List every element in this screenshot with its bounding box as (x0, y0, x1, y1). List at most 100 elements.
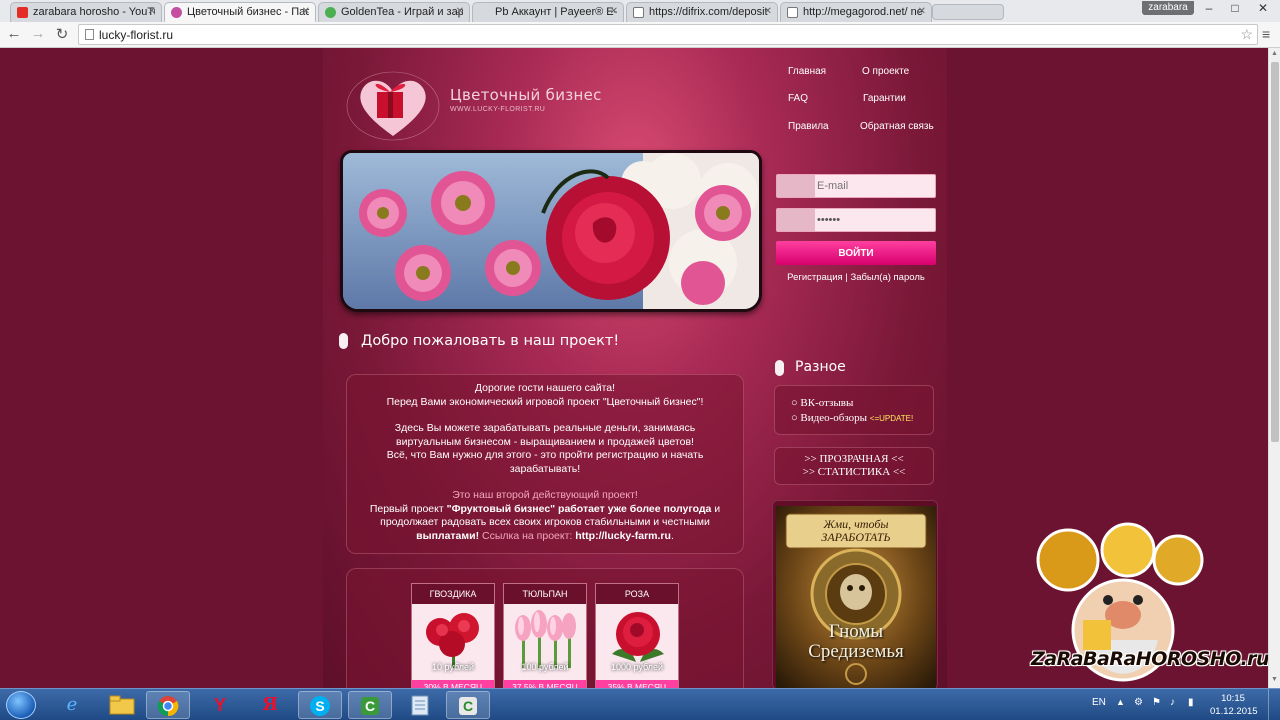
register-link[interactable]: Регистрация (787, 272, 843, 283)
scroll-thumb[interactable] (1271, 62, 1279, 442)
yandex-icon[interactable]: Я (248, 691, 292, 719)
menu-icon[interactable]: ≡ (1262, 26, 1276, 42)
product-carnation[interactable]: ГВОЗДИКА 10 рублей 30% В МЕСЯЦ (411, 583, 495, 688)
info-line: выплатами! Ссылка на проект: http://luck… (353, 530, 737, 544)
close-icon[interactable]: ✕ (918, 6, 926, 17)
info-line: Перед Вами экономический игровой проект … (386, 395, 704, 408)
close-icon[interactable]: ✕ (610, 6, 618, 17)
tab-megagorod[interactable]: http://megagorod.net/ ne ✕ (780, 2, 932, 22)
tab-payeer[interactable]: Pb Аккаунт | Payeer® E-Wall ✕ (472, 2, 624, 22)
info-line: Всё, что Вам нужно для этого - это пройт… (386, 449, 704, 461)
tab-goldentea[interactable]: GoldenTea - Играй и зар ✕ (318, 2, 470, 22)
key-icon (777, 209, 815, 231)
product-price: 100 рублей (521, 662, 569, 672)
bookmark-star-icon[interactable]: ☆ (1240, 26, 1253, 43)
close-icon[interactable]: ✕ (148, 6, 156, 17)
page-icon (787, 7, 798, 18)
new-tab-button[interactable] (932, 4, 1004, 20)
login-links: Регистрация | Забыл(а) пароль (776, 272, 936, 283)
nav-guarantees[interactable]: Гарантии (863, 93, 906, 104)
user-icon (777, 175, 815, 197)
password-field[interactable] (776, 208, 936, 232)
close-icon[interactable]: ✕ (456, 6, 464, 17)
tab-title: http://megagorod.net/ ne (803, 6, 923, 18)
page-scrollbar[interactable]: ▲ ▼ (1268, 48, 1280, 688)
close-icon[interactable]: ✕ (302, 6, 310, 17)
password-input[interactable] (817, 211, 932, 229)
volume-icon[interactable]: ♪ (1170, 697, 1175, 708)
tab-lucky-florist[interactable]: Цветочный бизнес - Пас ✕ (164, 2, 316, 22)
info-line: Первый проект "Фруктовый бизнес" работае… (353, 503, 737, 517)
info-text-bold: выплатами! (416, 529, 480, 542)
forgot-password-link[interactable]: Забыл(а) пароль (850, 272, 924, 283)
product-tulip[interactable]: ТЮЛЬПАН 100 рублей 37.5% В МЕСЯЦ (503, 583, 587, 688)
address-url[interactable]: lucky-florist.ru (99, 28, 173, 42)
action-center-icon[interactable]: ⚑ (1152, 697, 1161, 708)
scroll-down-icon[interactable]: ▼ (1271, 676, 1278, 683)
info-text: и (711, 502, 721, 515)
sidebar-item-vk[interactable]: ○ ВК-отзывы (791, 396, 933, 411)
show-hidden-icons-icon[interactable]: ▲ (1116, 697, 1125, 707)
page-icon (85, 29, 94, 40)
sidebar-item-video[interactable]: ○ Видео-обзоры <=UPDATE! (791, 411, 933, 426)
skype-icon[interactable]: S (298, 691, 342, 719)
window-close-icon[interactable]: ✕ (1250, 1, 1276, 15)
ad-title-line: Средиземья (808, 641, 904, 662)
email-input[interactable] (817, 177, 932, 195)
reload-icon[interactable]: ↻ (52, 25, 72, 43)
system-clock[interactable]: 10:15 01.12.2015 (1210, 692, 1258, 718)
info-line: продолжает радовать всех своих игроков с… (380, 516, 710, 528)
farm-project-link[interactable]: http://lucky-farm.ru (575, 530, 671, 542)
ad-caption: Жми, чтобы ЗАРАБОТАТЬ (776, 518, 936, 544)
start-button[interactable] (6, 691, 36, 719)
show-desktop-button[interactable] (1268, 689, 1280, 720)
product-price: 1000 рублей (610, 662, 664, 672)
camtasia-recorder-icon[interactable]: C (446, 691, 490, 719)
stats-line: >> ПРОЗРАЧНАЯ << (804, 453, 904, 465)
maximize-icon[interactable]: □ (1222, 1, 1248, 15)
flower-banner (340, 150, 762, 312)
minimize-icon[interactable]: – (1196, 1, 1222, 15)
chrome-icon[interactable] (146, 691, 190, 719)
sidebar-links-box: ○ ВК-отзывы ○ Видео-обзоры <=UPDATE! (774, 385, 934, 435)
login-button[interactable]: ВОЙТИ (776, 241, 936, 265)
notepad-icon[interactable] (398, 691, 442, 719)
camtasia-icon[interactable]: C (348, 691, 392, 719)
statistics-link[interactable]: >> ПРОЗРАЧНАЯ << >> СТАТИСТИКА << (774, 447, 934, 485)
product-rose[interactable]: РОЗА 1000 рублей 35% В МЕСЯЦ (595, 583, 679, 688)
gift-heart-logo-icon (346, 71, 440, 141)
explorer-folder-icon[interactable] (100, 691, 144, 719)
info-text: . (670, 529, 674, 542)
nav-feedback[interactable]: Обратная связь (860, 121, 934, 132)
sidebar-title: Разное (795, 359, 846, 375)
info-line: Это наш второй действующий проект! (452, 489, 638, 501)
nav-home[interactable]: Главная (788, 66, 826, 77)
address-bar[interactable]: lucky-florist.ru ☆ (78, 24, 1258, 45)
info-text: Ссылка на проект: (479, 529, 576, 542)
tray-app-icon[interactable]: ⚙ (1134, 697, 1143, 708)
tab-difrix[interactable]: https://difrix.com/deposit ✕ (626, 2, 778, 22)
forward-icon[interactable]: → (28, 25, 48, 42)
stats-line: >> СТАТИСТИКА << (802, 466, 906, 478)
info-line: Здесь Вы можете зарабатывать реальные де… (394, 422, 696, 434)
ad-banner[interactable]: Жми, чтобы ЗАРАБОТАТЬ Гномы Средиземья (772, 500, 938, 688)
language-indicator[interactable]: EN (1092, 697, 1106, 708)
yandex-browser-icon[interactable]: Y (198, 691, 242, 719)
close-icon[interactable]: ✕ (764, 6, 772, 17)
ad-image[interactable]: Жми, чтобы ЗАРАБОТАТЬ Гномы Средиземья (776, 506, 936, 688)
tab-youtube[interactable]: zarabara horosho - YouTu ✕ (10, 2, 162, 22)
email-field[interactable] (776, 174, 936, 198)
carnation-image (426, 613, 479, 668)
profile-badge[interactable]: zarabara (1142, 1, 1194, 15)
back-icon[interactable]: ← (4, 25, 24, 42)
link-separator: | (845, 272, 848, 283)
site-url: WWW.LUCKY-FLORIST.RU (450, 106, 546, 113)
site-title[interactable]: Цветочный бизнес (450, 86, 602, 104)
nav-rules[interactable]: Правила (788, 121, 829, 132)
tab-title: zarabara horosho - YouTu (33, 6, 155, 18)
internet-explorer-icon[interactable]: e (50, 691, 94, 719)
nav-about[interactable]: О проекте (862, 66, 909, 77)
network-icon[interactable]: ▮ (1188, 697, 1194, 708)
scroll-up-icon[interactable]: ▲ (1271, 50, 1278, 57)
nav-faq[interactable]: FAQ (788, 93, 808, 104)
